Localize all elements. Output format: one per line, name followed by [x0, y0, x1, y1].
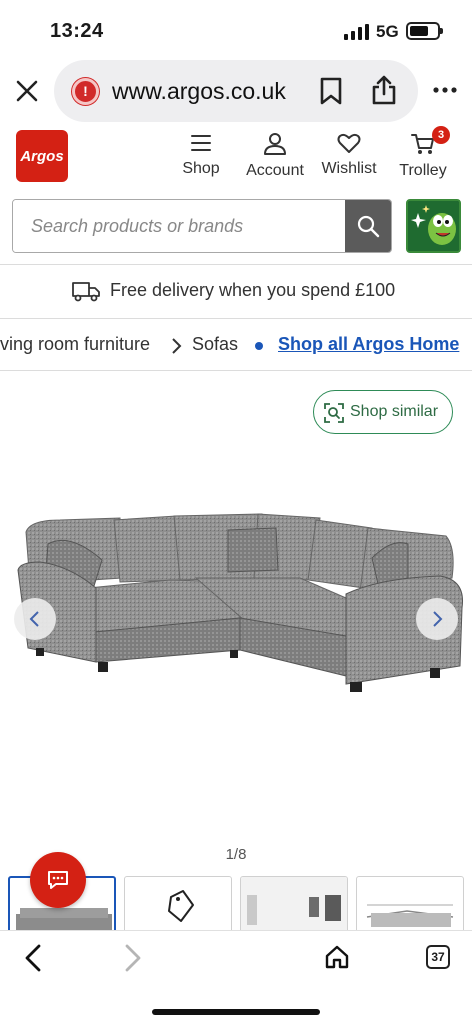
- divider: [0, 370, 472, 371]
- chevron-left-icon: [29, 611, 39, 627]
- home-indicator: [152, 1009, 320, 1015]
- visual-search-icon: [324, 403, 344, 423]
- home-icon[interactable]: [324, 944, 350, 970]
- share-icon[interactable]: [370, 74, 398, 106]
- shop-similar-label: Shop similar: [350, 403, 439, 420]
- back-icon[interactable]: [22, 943, 44, 973]
- chat-icon: [48, 871, 68, 889]
- sofa-product-image[interactable]: [0, 508, 472, 698]
- fabric-swatch-icon: [168, 890, 194, 922]
- status-time: 13:24: [50, 20, 104, 42]
- menu-icon: [191, 135, 211, 151]
- mascot-icon: [408, 201, 459, 251]
- delivery-text: Free delivery when you spend £100: [110, 280, 396, 300]
- nav-trolley[interactable]: 3 Trolley: [394, 126, 452, 180]
- nav-trolley-label: Trolley: [399, 162, 447, 179]
- heart-icon: [337, 133, 361, 153]
- browser-url-bar: ! www.argos.co.uk: [0, 60, 472, 122]
- shop-similar-button[interactable]: Shop similar: [313, 390, 453, 434]
- breadcrumb-sofas[interactable]: Sofas: [192, 334, 238, 355]
- dimensions-thumbnail: [366, 904, 454, 927]
- security-warning-icon[interactable]: !: [72, 78, 99, 105]
- search-bar: [12, 199, 392, 253]
- divider: [0, 264, 472, 265]
- nav-account[interactable]: Account: [242, 132, 308, 180]
- thumbnail-3[interactable]: [240, 876, 348, 932]
- delivery-truck-icon: [72, 282, 100, 302]
- search-button[interactable]: [345, 200, 391, 252]
- bookmark-icon[interactable]: [318, 76, 344, 106]
- nav-shop[interactable]: Shop: [178, 132, 224, 178]
- trolley-badge: 3: [432, 126, 450, 144]
- next-image-button[interactable]: [416, 598, 458, 640]
- search-input[interactable]: [13, 200, 347, 252]
- site-header: Argos Shop Account Wishlist 3 Trolley: [0, 126, 472, 190]
- network-type: 5G: [376, 22, 399, 41]
- user-icon: [264, 133, 286, 155]
- previous-image-button[interactable]: [14, 598, 56, 640]
- more-options-icon[interactable]: [433, 80, 457, 100]
- url-text[interactable]: www.argos.co.uk: [112, 78, 286, 105]
- nav-wishlist-label: Wishlist: [321, 160, 377, 177]
- bullet-dot: [255, 342, 263, 350]
- chat-button[interactable]: [30, 852, 86, 908]
- delivery-banner: Free delivery when you spend £100: [0, 276, 472, 308]
- search-icon: [357, 215, 380, 238]
- argos-logo[interactable]: Argos: [16, 130, 68, 182]
- nav-shop-label: Shop: [182, 160, 220, 177]
- forward-icon[interactable]: [122, 943, 144, 973]
- room-scene-thumbnail: [241, 877, 347, 932]
- breadcrumb: ving room furniture Sofas Shop all Argos…: [0, 332, 472, 358]
- nav-wishlist[interactable]: Wishlist: [318, 132, 380, 178]
- chevron-right-icon: [433, 611, 443, 627]
- divider: [0, 318, 472, 319]
- status-bar: 13:24 5G: [0, 0, 472, 60]
- browser-toolbar: 37: [0, 930, 472, 1024]
- nav-account-label: Account: [246, 162, 304, 179]
- thumbnail-4[interactable]: [356, 876, 464, 932]
- battery-icon: [406, 22, 443, 40]
- close-icon[interactable]: [14, 78, 40, 104]
- signal-icon: [344, 24, 369, 40]
- chevron-right-icon: [172, 338, 182, 354]
- promo-character-button[interactable]: [406, 199, 461, 253]
- shop-all-argos-home-link[interactable]: Shop all Argos Home: [278, 334, 459, 355]
- product-gallery: Shop similar: [0, 372, 472, 842]
- breadcrumb-living-room[interactable]: ving room furniture: [0, 334, 150, 355]
- tabs-button[interactable]: 37: [426, 945, 450, 969]
- thumbnail-2[interactable]: [124, 876, 232, 932]
